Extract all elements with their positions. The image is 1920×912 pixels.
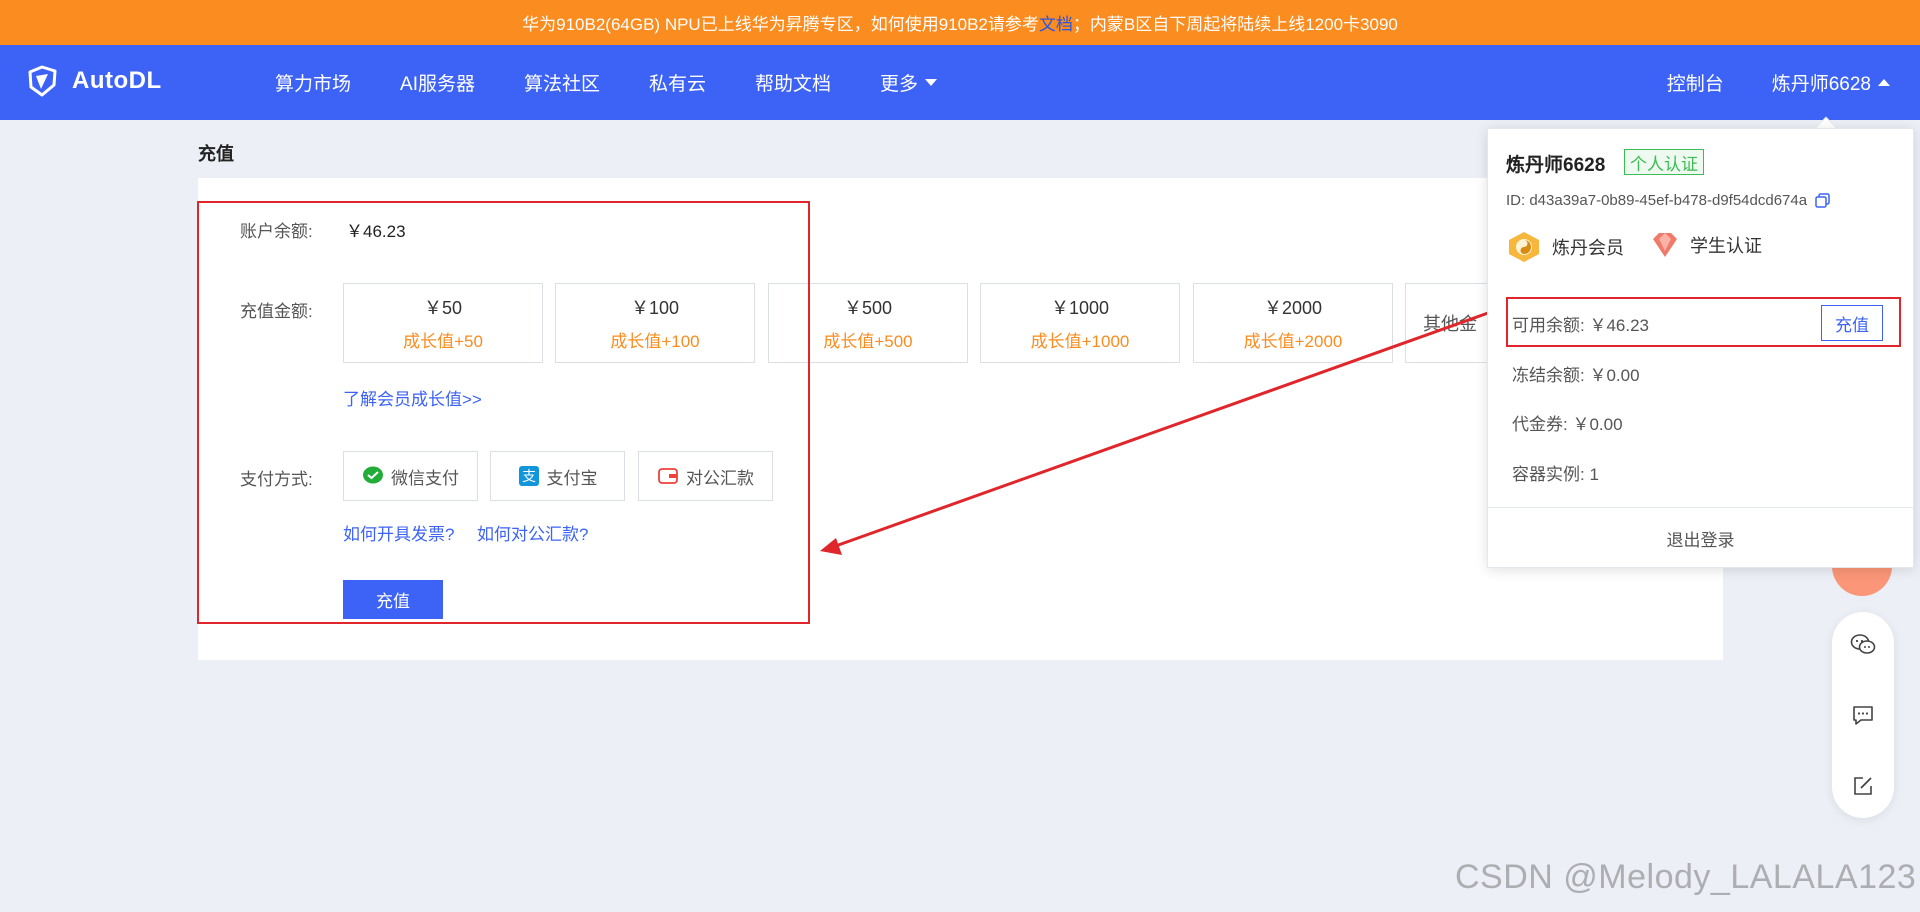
- wechat-icon: [1850, 634, 1876, 654]
- nav-compute-market[interactable]: 算力市场: [275, 69, 351, 96]
- payment-label: 支付方式:: [240, 470, 313, 489]
- wechat-button[interactable]: [1849, 631, 1877, 659]
- transfer-help-link[interactable]: 如何对公汇款?: [477, 520, 588, 545]
- alipay-icon: 支: [518, 466, 539, 486]
- wechat-pay-icon: [363, 466, 383, 484]
- amount-option-500[interactable]: ￥500 成长值+500: [768, 283, 968, 363]
- personal-cert-badge: 个人认证: [1624, 149, 1704, 175]
- top-navbar: AutoDL 算力市场 AI服务器 算法社区 私有云 帮助文档 更多 控制台 炼…: [0, 45, 1920, 120]
- amount-option-1000[interactable]: ￥1000 成长值+1000: [980, 283, 1180, 363]
- csdn-watermark: CSDN @Melody_LALALA123: [1455, 858, 1917, 896]
- svg-text:支: 支: [522, 469, 536, 485]
- student-badge[interactable]: 学生认证: [1650, 231, 1762, 259]
- growth-value: 成长值+2000: [1243, 332, 1343, 351]
- nav-private-cloud[interactable]: 私有云: [649, 69, 706, 96]
- nav-more-menu[interactable]: 更多: [880, 69, 938, 96]
- edit-icon: [1854, 777, 1872, 795]
- member-badge[interactable]: 炼丹会员: [1506, 231, 1624, 263]
- amount-label: 充值金额:: [240, 302, 313, 321]
- growth-info-link[interactable]: 了解会员成长值>>: [343, 385, 482, 410]
- growth-value: 成长值+100: [610, 332, 700, 351]
- bank-transfer-option[interactable]: 对公汇款: [638, 451, 773, 501]
- other-amount-label: 其他金: [1423, 314, 1477, 334]
- nav-ai-server[interactable]: AI服务器: [400, 69, 475, 96]
- floating-toolbar: [1832, 612, 1894, 818]
- user-id-text: ID: d43a39a7-0b89-45ef-b478-d9f54dcd674a: [1506, 192, 1808, 209]
- console-link[interactable]: 控制台: [1667, 69, 1724, 96]
- voucher-balance: 代金券: ￥0.00: [1512, 415, 1623, 434]
- feedback-button[interactable]: [1849, 701, 1877, 729]
- logout-button[interactable]: 退出登录: [1488, 509, 1913, 567]
- balance-label: 账户余额:: [240, 222, 313, 241]
- member-medal-icon: [1509, 232, 1539, 262]
- banner-text-start: 华为910B2(64GB) NPU已上线华为昇腾专区，如何使用910B2请参考: [522, 15, 1039, 34]
- feedback-icon: [1853, 706, 1873, 725]
- chevron-down-icon: [925, 79, 938, 86]
- autodl-logo[interactable]: AutoDL: [24, 63, 162, 99]
- amount-option-2000[interactable]: ￥2000 成长值+2000: [1193, 283, 1393, 363]
- autodl-logo-icon: [28, 65, 57, 97]
- invoice-help-link[interactable]: 如何开具发票?: [343, 520, 454, 545]
- chevron-up-icon: [1878, 79, 1890, 86]
- frozen-balance: 冻结余额: ￥0.00: [1512, 366, 1640, 385]
- member-label: 炼丹会员: [1552, 238, 1624, 258]
- growth-value: 成长值+1000: [1030, 332, 1130, 351]
- amount-value: ￥500: [843, 298, 893, 318]
- bank-transfer-icon: [658, 468, 678, 484]
- user-menu-label: 炼丹师6628: [1771, 74, 1871, 95]
- user-dropdown: 炼丹师6628 个人认证 ID: d43a39a7-0b89-45ef-b478…: [1487, 128, 1914, 568]
- amount-value: ￥100: [630, 298, 680, 318]
- logo-text: AutoDL: [72, 67, 162, 94]
- amount-value: ￥2000: [1263, 298, 1323, 318]
- wechat-pay-label: 微信支付: [391, 468, 459, 488]
- user-menu[interactable]: 炼丹师6628: [1772, 69, 1890, 96]
- nav-algorithm-community[interactable]: 算法社区: [524, 69, 600, 96]
- banner-doc-link[interactable]: 文档: [1039, 10, 1073, 35]
- amount-option-100[interactable]: ￥100 成长值+100: [555, 283, 755, 363]
- nav-more-label: 更多: [880, 74, 919, 95]
- balance-value: ￥46.23: [346, 222, 406, 241]
- charge-button[interactable]: 充值: [343, 580, 443, 619]
- edit-button[interactable]: [1849, 772, 1877, 800]
- amount-value: ￥1000: [1050, 298, 1110, 318]
- dropdown-divider: [1488, 507, 1913, 508]
- dropdown-username: 炼丹师6628: [1506, 155, 1606, 176]
- user-id: ID: d43a39a7-0b89-45ef-b478-d9f54dcd674a: [1506, 192, 1830, 209]
- container-instances: 容器实例: 1: [1512, 465, 1599, 484]
- amount-value: ￥50: [423, 298, 463, 318]
- page-title: 充值: [198, 144, 234, 164]
- student-label: 学生认证: [1690, 236, 1762, 256]
- bank-transfer-label: 对公汇款: [686, 468, 754, 488]
- student-diamond-icon: [1653, 233, 1677, 257]
- alipay-label: 支付宝: [546, 468, 598, 488]
- amount-option-other[interactable]: 其他金: [1405, 283, 1495, 363]
- growth-value: 成长值+50: [403, 332, 483, 351]
- announcement-banner: 华为910B2(64GB) NPU已上线华为昇腾专区，如何使用910B2请参考 …: [0, 0, 1920, 45]
- amount-option-50[interactable]: ￥50 成长值+50: [343, 283, 543, 363]
- growth-value: 成长值+500: [823, 332, 913, 351]
- wechat-pay-option[interactable]: 微信支付: [343, 451, 478, 501]
- nav-help-docs[interactable]: 帮助文档: [755, 69, 831, 96]
- alipay-option[interactable]: 支 支付宝: [490, 451, 625, 501]
- copy-icon[interactable]: [1815, 193, 1830, 208]
- banner-text-end: ；内蒙B区自下周起将陆续上线1200卡3090: [1072, 15, 1398, 34]
- dropdown-charge-button[interactable]: 充值: [1821, 305, 1883, 341]
